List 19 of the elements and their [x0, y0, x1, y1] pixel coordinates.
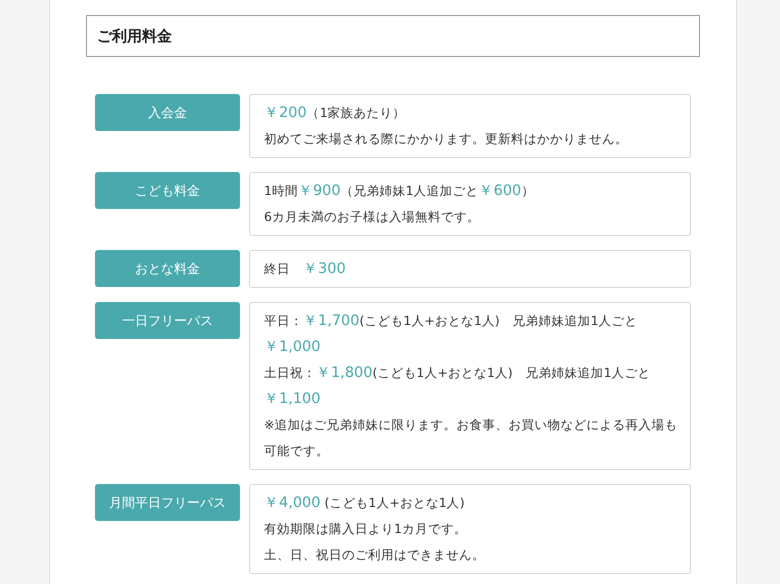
fee-text: 終日 ￥300	[264, 260, 347, 279]
fee-label: 月間平日フリーパス	[95, 484, 240, 521]
fee-text: ￥1,100	[264, 390, 322, 409]
fee-text: 6カ月未満のお子様は入場無料です。	[264, 208, 481, 226]
fee-text: ￥1,000	[264, 338, 322, 357]
fee-text: 土、日、祝日のご利用はできません。	[264, 546, 486, 564]
fee-text: ￥4,000 (こども1人+おとな1人)	[264, 494, 466, 513]
fee-text: 1時間￥900（兄弟姉妹1人追加ごと￥600）	[264, 182, 536, 201]
fee-label: 一日フリーパス	[95, 302, 240, 339]
fee-text: 平日：￥1,700(こども1人+おとな1人) 兄弟姉妹追加1人ごと	[264, 312, 639, 331]
fee-label: こども料金	[95, 172, 240, 209]
section-heading: ご利用料金	[86, 15, 700, 57]
fee-text: 土日祝：￥1,800(こども1人+おとな1人) 兄弟姉妹追加1人ごと	[264, 364, 652, 383]
fee-label: おとな料金	[95, 250, 240, 287]
fee-text: 有効期限は購入日より1カ月です。	[264, 520, 468, 538]
fee-text: 初めてご来場される際にかかります。更新料はかかりません。	[264, 130, 629, 148]
fee-text: ￥200（1家族あたり）	[264, 104, 407, 123]
fee-text: ※追加はご兄弟姉妹に限ります。お食事、お買い物などによる再入場も可能です。	[264, 416, 678, 460]
fee-label: 入会金	[95, 94, 240, 131]
